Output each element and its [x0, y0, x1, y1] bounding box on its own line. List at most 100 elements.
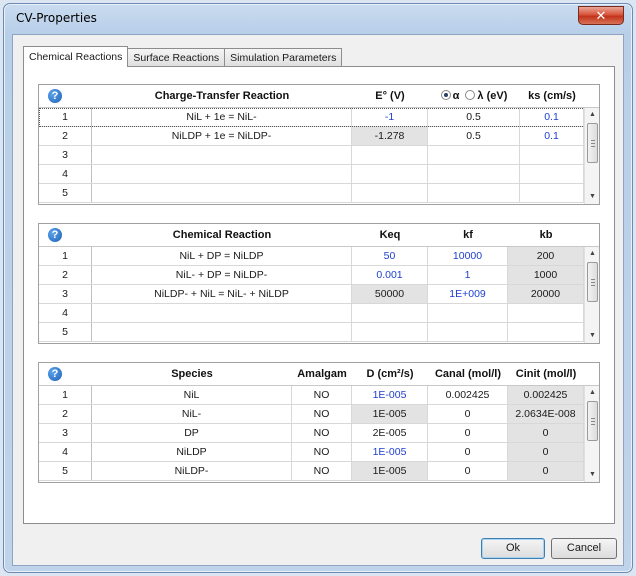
help-icon[interactable]: ?: [48, 89, 62, 103]
table-row[interactable]: 2 NiL- + DP = NiLDP- 0.001 1 1000: [39, 266, 599, 285]
alpha-radio[interactable]: [440, 90, 451, 100]
table-row[interactable]: 2 NiL- NO 1E-005 0 2.0634E-008: [39, 405, 599, 424]
species-cell[interactable]: NiLDP: [92, 443, 292, 461]
ks-cell[interactable]: [520, 184, 584, 202]
table-row[interactable]: 3 NiLDP- + NiL = NiL- + NiLDP 50000 1E+0…: [39, 285, 599, 304]
alpha-cell[interactable]: [428, 165, 520, 183]
keq-cell[interactable]: [352, 304, 428, 322]
amalgam-cell[interactable]: NO: [292, 443, 352, 461]
kf-cell[interactable]: 1: [428, 266, 508, 284]
scroll-up-arrow-icon[interactable]: ▲: [585, 247, 600, 261]
kb-cell[interactable]: [508, 304, 584, 322]
help-icon[interactable]: ?: [48, 228, 62, 242]
species-cell[interactable]: NiL: [92, 386, 292, 404]
tab-simulation-parameters[interactable]: Simulation Parameters: [224, 48, 343, 67]
kb-cell[interactable]: 1000: [508, 266, 584, 284]
ks-cell[interactable]: [520, 165, 584, 183]
species-cell[interactable]: NiL-: [92, 405, 292, 423]
amalgam-cell[interactable]: NO: [292, 386, 352, 404]
scroll-thumb[interactable]: [587, 401, 598, 441]
keq-cell[interactable]: [352, 323, 428, 341]
reaction-cell[interactable]: [92, 165, 352, 183]
reaction-cell[interactable]: NiL- + DP = NiLDP-: [92, 266, 352, 284]
keq-cell[interactable]: 50: [352, 247, 428, 265]
vertical-scrollbar[interactable]: ▲ ▼: [584, 386, 599, 482]
cancel-button[interactable]: Cancel: [551, 538, 617, 559]
canal-cell[interactable]: 0: [428, 424, 508, 442]
diffusion-cell[interactable]: 1E-005: [352, 386, 428, 404]
vertical-scrollbar[interactable]: ▲ ▼: [584, 108, 599, 204]
e0-cell[interactable]: [352, 184, 428, 202]
e0-cell[interactable]: [352, 146, 428, 164]
reaction-cell[interactable]: [92, 323, 352, 341]
scroll-up-arrow-icon[interactable]: ▲: [585, 386, 600, 400]
table-row[interactable]: 4 NiLDP NO 1E-005 0 0: [39, 443, 599, 462]
reaction-cell[interactable]: NiLDP- + NiL = NiL- + NiLDP: [92, 285, 352, 303]
tab-surface-reactions[interactable]: Surface Reactions: [127, 48, 226, 67]
title-bar[interactable]: CV-Properties ✕: [4, 4, 632, 34]
reaction-cell[interactable]: NiL + DP = NiLDP: [92, 247, 352, 265]
kb-cell[interactable]: 200: [508, 247, 584, 265]
table-row[interactable]: 2 NiLDP + 1e = NiLDP- -1.278 0.5 0.1: [39, 127, 599, 146]
table-row[interactable]: 5: [39, 323, 599, 342]
amalgam-cell[interactable]: NO: [292, 424, 352, 442]
table-row[interactable]: 5 NiLDP- NO 1E-005 0 0: [39, 462, 599, 481]
diffusion-cell[interactable]: 2E-005: [352, 424, 428, 442]
diffusion-cell[interactable]: 1E-005: [352, 405, 428, 423]
ks-cell[interactable]: 0.1: [520, 108, 584, 126]
alpha-cell[interactable]: [428, 146, 520, 164]
canal-cell[interactable]: 0.002425: [428, 386, 508, 404]
scroll-thumb[interactable]: [587, 123, 598, 163]
e0-cell[interactable]: [352, 165, 428, 183]
reaction-cell[interactable]: NiL + 1e = NiL-: [92, 108, 352, 126]
species-cell[interactable]: NiLDP-: [92, 462, 292, 480]
canal-cell[interactable]: 0: [428, 443, 508, 461]
species-cell[interactable]: DP: [92, 424, 292, 442]
table-row[interactable]: 3: [39, 146, 599, 165]
table-row[interactable]: 3 DP NO 2E-005 0 0: [39, 424, 599, 443]
kf-cell[interactable]: [428, 323, 508, 341]
vertical-scrollbar[interactable]: ▲ ▼: [584, 247, 599, 343]
table-row[interactable]: 1 NiL NO 1E-005 0.002425 0.002425: [39, 386, 599, 405]
kb-cell[interactable]: [508, 323, 584, 341]
e0-cell[interactable]: -1.278: [352, 127, 428, 145]
reaction-cell[interactable]: NiLDP + 1e = NiLDP-: [92, 127, 352, 145]
scroll-down-arrow-icon[interactable]: ▼: [585, 190, 600, 204]
amalgam-cell[interactable]: NO: [292, 405, 352, 423]
diffusion-cell[interactable]: 1E-005: [352, 443, 428, 461]
cinit-cell[interactable]: 0: [508, 462, 584, 480]
kf-cell[interactable]: 10000: [428, 247, 508, 265]
e0-cell[interactable]: -1: [352, 108, 428, 126]
reaction-cell[interactable]: [92, 146, 352, 164]
lambda-radio[interactable]: [465, 90, 476, 100]
reaction-cell[interactable]: [92, 184, 352, 202]
kf-cell[interactable]: 1E+009: [428, 285, 508, 303]
cinit-cell[interactable]: 0: [508, 443, 584, 461]
ok-button[interactable]: Ok: [481, 538, 545, 559]
table-row[interactable]: 1 NiL + 1e = NiL- -1 0.5 0.1: [39, 108, 599, 127]
scroll-down-arrow-icon[interactable]: ▼: [585, 468, 600, 482]
table-row[interactable]: 4: [39, 165, 599, 184]
keq-cell[interactable]: 50000: [352, 285, 428, 303]
canal-cell[interactable]: 0: [428, 462, 508, 480]
table-row[interactable]: 5: [39, 184, 599, 203]
alpha-cell[interactable]: [428, 184, 520, 202]
help-icon[interactable]: ?: [48, 367, 62, 381]
tab-chemical-reactions[interactable]: Chemical Reactions: [23, 46, 129, 67]
diffusion-cell[interactable]: 1E-005: [352, 462, 428, 480]
ks-cell[interactable]: 0.1: [520, 127, 584, 145]
scroll-thumb[interactable]: [587, 262, 598, 302]
kf-cell[interactable]: [428, 304, 508, 322]
alpha-cell[interactable]: 0.5: [428, 108, 520, 126]
cinit-cell[interactable]: 0: [508, 424, 584, 442]
kb-cell[interactable]: 20000: [508, 285, 584, 303]
scroll-down-arrow-icon[interactable]: ▼: [585, 329, 600, 343]
reaction-cell[interactable]: [92, 304, 352, 322]
amalgam-cell[interactable]: NO: [292, 462, 352, 480]
table-row[interactable]: 4: [39, 304, 599, 323]
cinit-cell[interactable]: 2.0634E-008: [508, 405, 584, 423]
table-row[interactable]: 1 NiL + DP = NiLDP 50 10000 200: [39, 247, 599, 266]
cinit-cell[interactable]: 0.002425: [508, 386, 584, 404]
scroll-up-arrow-icon[interactable]: ▲: [585, 108, 600, 122]
keq-cell[interactable]: 0.001: [352, 266, 428, 284]
